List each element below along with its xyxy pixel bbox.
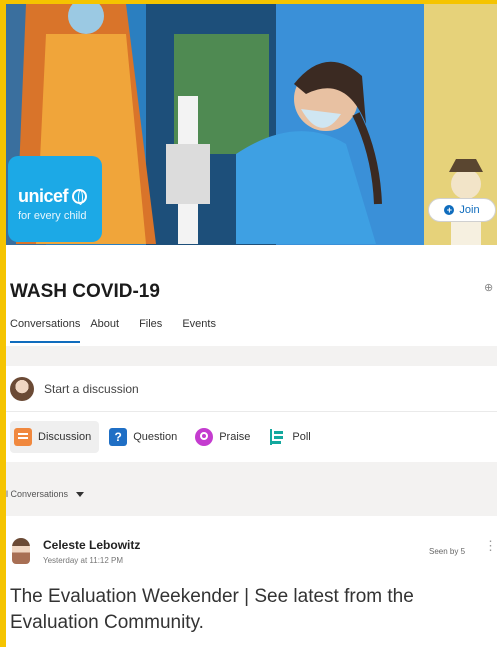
globe-icon (72, 189, 88, 205)
tab-files[interactable]: Files (139, 317, 172, 343)
discussion-button[interactable]: Discussion (10, 421, 100, 453)
discussion-label: Discussion (38, 431, 92, 443)
tab-events[interactable]: Events (182, 317, 226, 343)
post-timestamp: Yesterday at 11:12 PM (43, 556, 124, 565)
post-body: The Evaluation Weekender | See latest fr… (10, 586, 414, 633)
praise-label: Praise (219, 431, 251, 443)
discussion-icon (14, 428, 32, 446)
unicef-wordmark: unicef (18, 186, 102, 207)
group-title: WASH COVID-19 (10, 281, 160, 302)
group-header: WASH COVID-19 ⊕ Conversations About File… (6, 245, 497, 346)
more-options-icon[interactable]: ⋮ (484, 539, 497, 552)
avatar (10, 376, 34, 401)
post-author[interactable]: Celeste Lebowitz (43, 538, 140, 552)
conversation-post: Celeste Lebowitz Yesterday at 11:12 PM S… (6, 516, 497, 647)
poll-icon (268, 428, 286, 446)
tab-about[interactable]: About (90, 317, 129, 343)
author-avatar[interactable] (12, 538, 30, 564)
composer-actions: Discussion ? Question Praise Poll (6, 412, 497, 462)
tab-conversations[interactable]: Conversations (10, 317, 81, 343)
join-button[interactable]: + Join (428, 198, 496, 222)
brand-tagline: for every child (18, 210, 87, 222)
start-discussion-input[interactable]: Start a discussion (44, 382, 139, 396)
praise-button[interactable]: Praise (191, 421, 258, 453)
conversation-filter-dropdown[interactable]: l Conversations (6, 489, 85, 499)
poll-label: Poll (292, 431, 311, 443)
filter-label: l Conversations (6, 489, 69, 499)
group-options-icon[interactable]: ⊕ (484, 281, 493, 294)
group-tabs: Conversations About Files Events (10, 317, 236, 343)
join-label: Join (459, 204, 480, 216)
question-label: Question (133, 431, 178, 443)
plus-icon: + (444, 205, 455, 215)
question-button[interactable]: ? Question (105, 421, 185, 453)
brand-name: unicef (18, 186, 69, 206)
poll-button[interactable]: Poll (264, 421, 318, 453)
unicef-logo: unicef for every child (8, 156, 102, 242)
question-icon: ? (109, 428, 128, 446)
composer-input-row[interactable]: Start a discussion (6, 366, 497, 412)
post-composer: Start a discussion Discussion ? Question… (6, 366, 497, 462)
chevron-down-icon (76, 491, 85, 497)
seen-by-count[interactable]: Seen by 5 (429, 547, 465, 556)
praise-icon (195, 428, 214, 446)
